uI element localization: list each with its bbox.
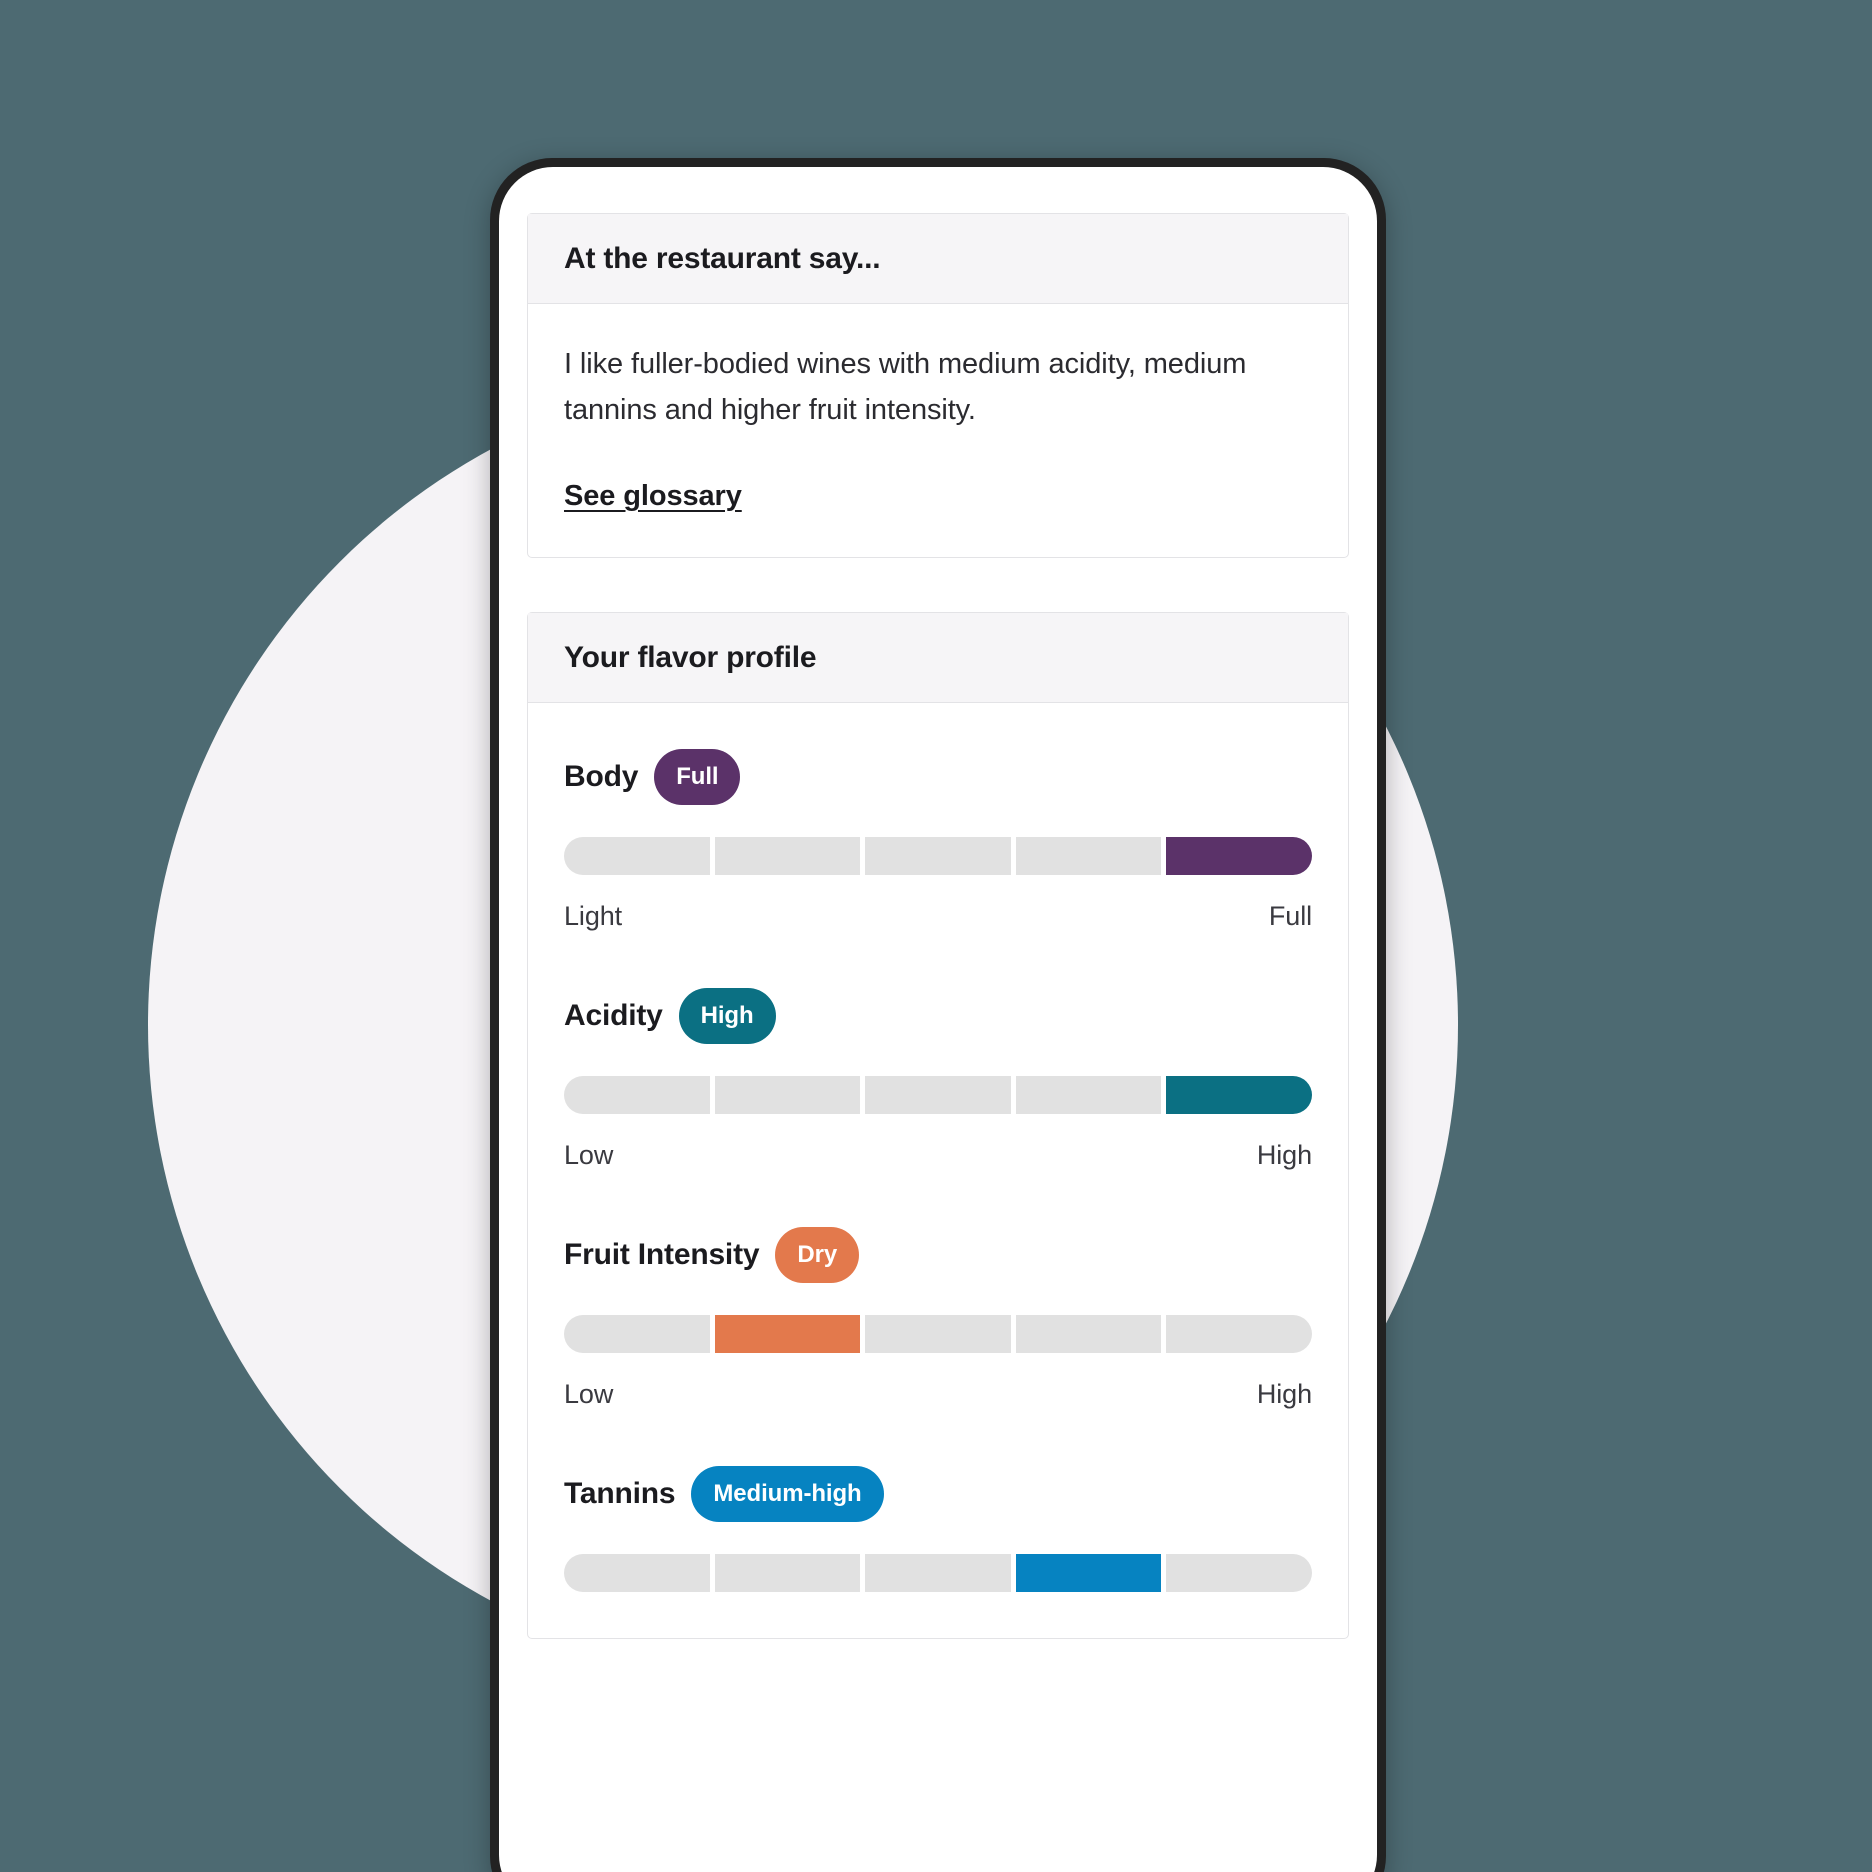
meter-segment <box>714 1075 861 1114</box>
scale-low-label: Low <box>564 1139 614 1170</box>
scale-high-label: High <box>1256 1139 1312 1170</box>
scale-high-label: Full <box>1268 900 1312 931</box>
trait-scale-labels: Low High <box>564 1140 1312 1171</box>
trait-value-pill: Dry <box>775 1226 860 1283</box>
restaurant-card-title: At the restaurant say... <box>564 242 881 275</box>
meter-segment <box>714 836 861 875</box>
trait-value-pill: Medium-high <box>691 1465 884 1522</box>
phone-device-frame: At the restaurant say... I like fuller-b… <box>490 158 1386 1872</box>
meter-segment-active <box>1166 836 1312 875</box>
meter-segment <box>865 836 1011 875</box>
trait-scale-labels: Low High <box>564 1379 1312 1410</box>
flavor-profile-card-header: Your flavor profile <box>528 612 1348 703</box>
trait-header: Body Full <box>564 748 1312 805</box>
meter-segment <box>1015 1314 1162 1353</box>
meter-segment <box>865 1075 1011 1114</box>
meter-segment <box>865 1314 1011 1353</box>
flavor-traits-list: Body Full Light Full Acidity High Low High Fruit… <box>528 703 1348 1638</box>
trait-label: Acidity <box>564 998 663 1032</box>
meter-segment <box>564 1314 710 1353</box>
trait-label: Fruit Intensity <box>564 1237 760 1271</box>
scale-high-label: High <box>1256 1378 1312 1409</box>
meter-segment <box>564 1075 710 1114</box>
flavor-trait-body: Body Full Light Full <box>564 748 1312 932</box>
meter-segment <box>865 1553 1011 1592</box>
meter-segment <box>1166 1553 1312 1592</box>
scale-low-label: Light <box>564 900 623 931</box>
trait-value-pill: Full <box>654 748 741 805</box>
see-glossary-link[interactable]: See glossary <box>564 480 742 513</box>
trait-header: Tannins Medium-high <box>564 1465 1312 1522</box>
restaurant-card-body: I like fuller-bodied wines with medium a… <box>528 304 1348 557</box>
trait-label: Tannins <box>564 1476 676 1510</box>
flavor-profile-card: Your flavor profile Body Full Light Full Aci… <box>527 611 1349 1639</box>
trait-header: Fruit Intensity Dry <box>564 1226 1312 1283</box>
restaurant-card-header: At the restaurant say... <box>528 214 1348 304</box>
phone-screen: At the restaurant say... I like fuller-b… <box>499 167 1377 1872</box>
flavor-profile-title: Your flavor profile <box>564 640 817 674</box>
trait-scale-labels: Light Full <box>564 901 1312 932</box>
trait-label: Body <box>564 759 639 793</box>
flavor-trait-fruit-intensity: Fruit Intensity Dry Low High <box>564 1226 1312 1410</box>
meter-segment-active <box>1015 1553 1162 1592</box>
trait-meter <box>564 836 1312 875</box>
trait-header: Acidity High <box>564 987 1312 1044</box>
scale-low-label: Low <box>564 1378 614 1409</box>
restaurant-phrase-card: At the restaurant say... I like fuller-b… <box>527 213 1349 558</box>
meter-segment <box>1015 1075 1162 1114</box>
trait-meter <box>564 1314 1312 1353</box>
flavor-trait-tannins: Tannins Medium-high <box>564 1465 1312 1592</box>
meter-segment <box>564 836 710 875</box>
meter-segment <box>1166 1314 1312 1353</box>
meter-segment <box>714 1553 861 1592</box>
flavor-trait-acidity: Acidity High Low High <box>564 987 1312 1171</box>
trait-meter <box>564 1553 1312 1592</box>
trait-value-pill: High <box>678 987 776 1044</box>
meter-segment-active <box>1166 1075 1312 1114</box>
meter-segment-active <box>714 1314 861 1353</box>
meter-segment <box>1015 836 1162 875</box>
meter-segment <box>564 1553 710 1592</box>
trait-meter <box>564 1075 1312 1114</box>
restaurant-phrase-text: I like fuller-bodied wines with medium a… <box>564 348 1247 426</box>
